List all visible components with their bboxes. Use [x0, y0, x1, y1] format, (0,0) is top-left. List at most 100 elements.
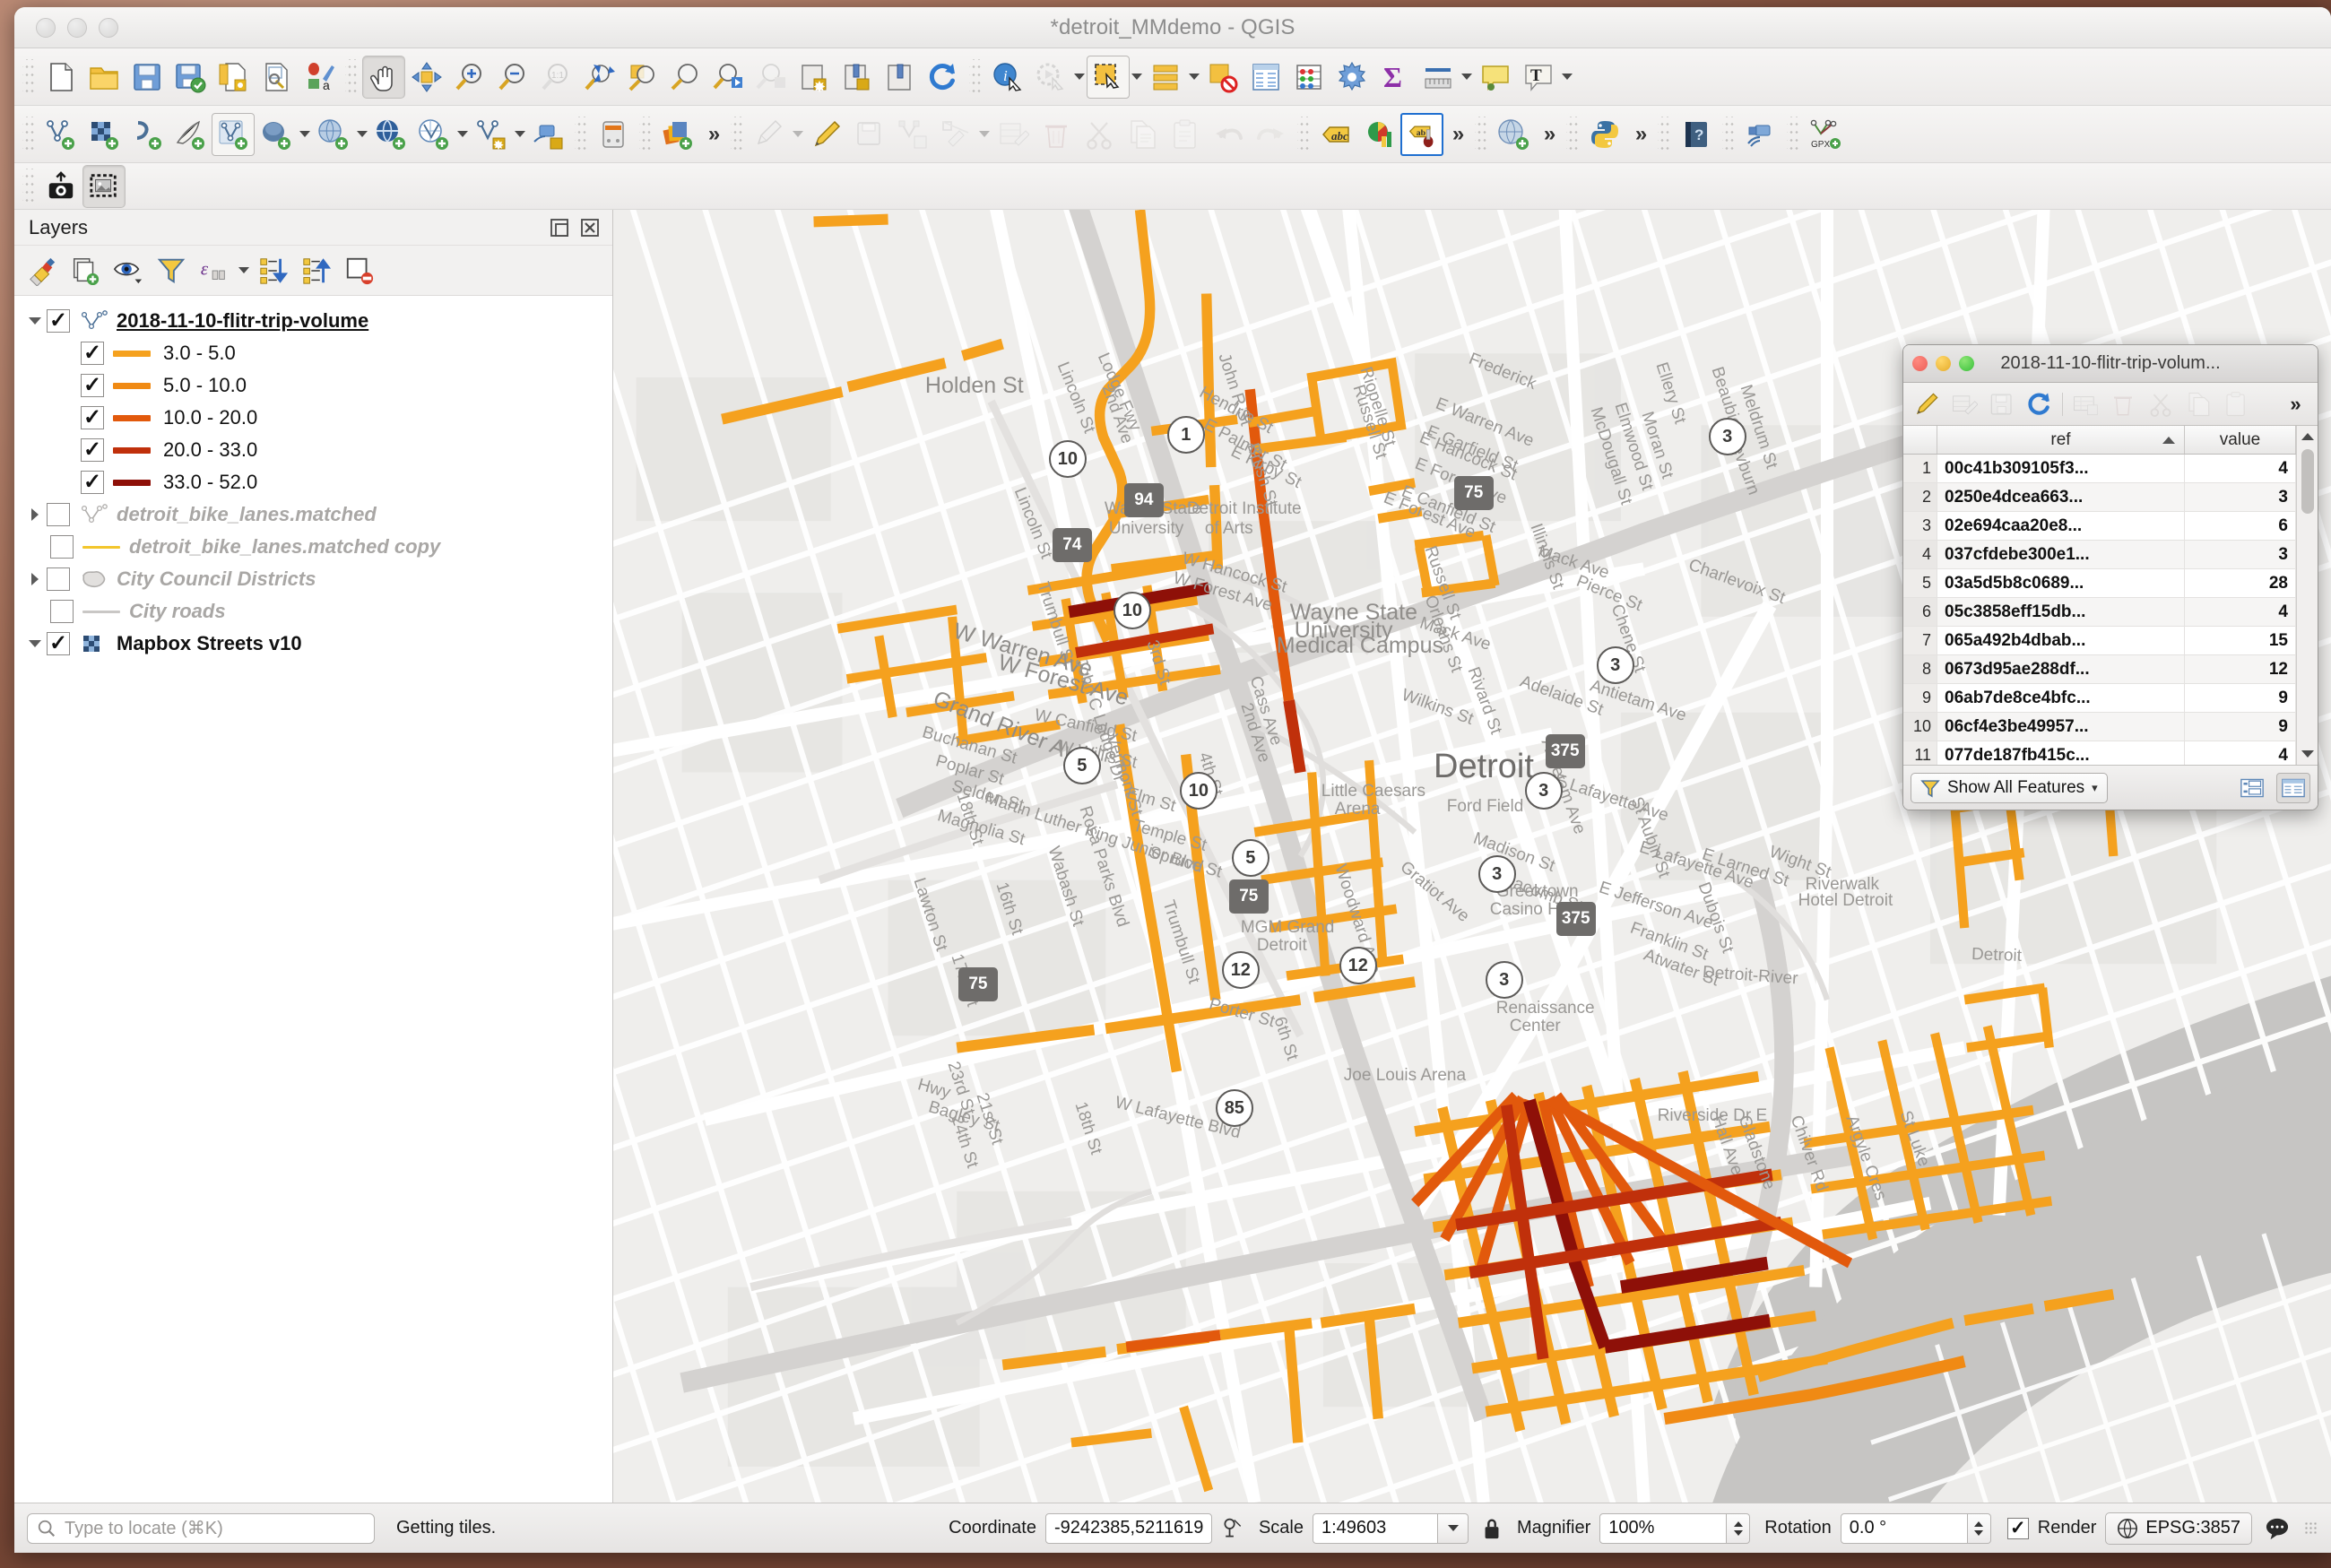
messages-icon[interactable]	[2265, 1517, 2290, 1540]
table-row[interactable]: 3 02e694caa20e8... 6	[1903, 512, 2296, 541]
legend-class-checkbox[interactable]	[81, 438, 104, 462]
legend-class-checkbox[interactable]	[81, 406, 104, 429]
vertex-tool-icon[interactable]	[934, 113, 977, 156]
style-manager-icon[interactable]: a	[298, 56, 341, 99]
postgis-dropdown-caret[interactable]	[298, 113, 312, 156]
field-calculator-icon[interactable]	[1287, 56, 1330, 99]
scroll-up-arrow[interactable]	[2297, 426, 2318, 447]
legend-class-row[interactable]: 3.0 - 5.0	[14, 337, 612, 369]
open-layer-styling-icon[interactable]	[22, 250, 63, 291]
new-print-layout-icon[interactable]	[212, 56, 255, 99]
toolbar-grip[interactable]	[345, 58, 358, 95]
magnifier-field[interactable]: 100%	[1599, 1512, 1728, 1544]
cell-value[interactable]: 15	[2185, 627, 2296, 654]
table-row[interactable]: 7 065a492b4dbab... 15	[1903, 627, 2296, 655]
legend-class-row[interactable]: 10.0 - 20.0	[14, 402, 612, 434]
label-toolbar-icon[interactable]: abc	[1314, 113, 1357, 156]
select-by-value-icon[interactable]	[1144, 56, 1187, 99]
zoom-window-button[interactable]	[99, 17, 118, 38]
cell-value[interactable]: 28	[2185, 569, 2296, 597]
attribute-table-window[interactable]: 2018-11-10-flitr-trip-volum... » ref val…	[1902, 344, 2318, 810]
help-icon[interactable]: ?	[1675, 113, 1718, 156]
attribute-table-rows[interactable]: 1 00c41b309105f3... 4 2 0250e4dcea663... 3 3 02…	[1903, 455, 2296, 810]
layer-visibility-checkbox[interactable]	[47, 309, 70, 333]
toolbar-grip[interactable]	[22, 168, 35, 204]
lock-scale-icon[interactable]	[1481, 1517, 1503, 1540]
toolbar-grip[interactable]	[1722, 116, 1735, 152]
processing-toolbox-icon[interactable]	[1330, 56, 1373, 99]
select-features-icon[interactable]	[1087, 55, 1130, 99]
show-all-features-button[interactable]: Show All Features ▾	[1911, 772, 2108, 803]
table-row[interactable]: 10 06cf4e3be49957... 9	[1903, 713, 2296, 741]
save-edits-icon[interactable]	[1984, 386, 2020, 422]
toolbar-grip[interactable]	[22, 116, 35, 152]
toolbar-grip[interactable]	[575, 116, 587, 152]
scroll-down-arrow[interactable]	[2297, 743, 2318, 765]
layer-visibility-checkbox[interactable]	[47, 632, 70, 655]
table-row[interactable]: 8 0673d95ae288df... 12	[1903, 655, 2296, 684]
web-toolbar-overflow-icon[interactable]: »	[1535, 113, 1562, 156]
coordinate-capture-icon[interactable]	[1221, 1517, 1244, 1540]
add-feature-icon[interactable]	[891, 113, 934, 156]
add-group-icon[interactable]	[65, 250, 106, 291]
modify-attributes-icon[interactable]	[992, 113, 1035, 156]
save-project-icon[interactable]	[126, 56, 169, 99]
delete-field-icon[interactable]	[2105, 386, 2141, 422]
copy-features-icon[interactable]	[2180, 386, 2216, 422]
layer-visibility-checkbox[interactable]	[50, 535, 74, 559]
close-window-button[interactable]	[36, 17, 56, 38]
attr-zoom-button[interactable]	[1959, 356, 1974, 371]
paste-features-icon[interactable]	[1164, 113, 1207, 156]
column-header-ref[interactable]: ref	[1937, 426, 2185, 454]
cell-value[interactable]: 9	[2185, 713, 2296, 741]
add-mesh-layer-icon[interactable]	[126, 113, 169, 156]
layer-tree[interactable]: 2018-11-10-flitr-trip-volume 3.0 - 5.0 5…	[14, 296, 612, 1503]
table-row[interactable]: 1 00c41b309105f3... 4	[1903, 455, 2296, 483]
legend-class-checkbox[interactable]	[81, 374, 104, 397]
delete-selected-icon[interactable]	[1035, 113, 1078, 156]
attribute-table-grid[interactable]: ref value 1 00c41b309105f3... 4 2 0250e4dcea…	[1903, 426, 2318, 810]
attribute-table-scrollbar[interactable]	[2296, 426, 2318, 765]
python-toolbar-overflow-icon[interactable]: »	[1626, 113, 1653, 156]
expression-filter-icon[interactable]: ε	[194, 250, 235, 291]
open-project-icon[interactable]	[82, 56, 126, 99]
copy-features-icon[interactable]	[1121, 113, 1164, 156]
expand-collapse-icon[interactable]	[23, 632, 47, 655]
form-view-button[interactable]	[2235, 773, 2269, 803]
zoom-in-icon[interactable]	[448, 56, 491, 99]
close-panel-icon[interactable]	[578, 216, 602, 239]
save-layer-edits-icon[interactable]	[848, 113, 891, 156]
legend-class-checkbox[interactable]	[81, 471, 104, 494]
open-attribute-table-icon[interactable]	[1244, 56, 1287, 99]
cell-ref[interactable]: 05c3858eff15db...	[1937, 598, 2185, 626]
new-map-view-2-icon[interactable]	[879, 56, 922, 99]
expand-collapse-icon[interactable]	[23, 309, 47, 333]
table-row[interactable]: 9 06ab7de8ce4bfc... 9	[1903, 684, 2296, 713]
new-text-annotation-icon[interactable]: T	[1517, 56, 1560, 99]
redo-icon[interactable]	[1250, 113, 1293, 156]
vertex-tool-caret[interactable]	[977, 113, 992, 156]
cell-ref[interactable]: 00c41b309105f3...	[1937, 455, 2185, 482]
attr-close-button[interactable]	[1912, 356, 1928, 371]
current-edits-caret[interactable]	[791, 113, 805, 156]
select-features-dropdown-caret[interactable]	[1130, 56, 1144, 99]
table-row[interactable]: 2 0250e4dcea663... 3	[1903, 483, 2296, 512]
add-wms-layer-icon[interactable]	[312, 113, 355, 156]
zoom-native-icon[interactable]: 1:1	[534, 56, 577, 99]
cell-ref[interactable]: 02e694caa20e8...	[1937, 512, 2185, 540]
undo-icon[interactable]	[1207, 113, 1250, 156]
locator-search-input[interactable]: Type to locate (⌘K)	[27, 1512, 375, 1544]
remove-layer-icon[interactable]	[339, 250, 380, 291]
toolbar-grip[interactable]	[1475, 116, 1487, 152]
zoom-to-selection-icon[interactable]	[620, 56, 663, 99]
cell-value[interactable]: 6	[2185, 512, 2296, 540]
current-edits-icon[interactable]	[748, 113, 791, 156]
scale-field[interactable]: 1:49603	[1313, 1512, 1438, 1544]
add-wcs-layer-icon[interactable]	[412, 113, 455, 156]
zoom-to-layer-icon[interactable]	[663, 56, 706, 99]
legend-class-checkbox[interactable]	[81, 342, 104, 365]
cell-value[interactable]: 3	[2185, 541, 2296, 568]
cell-ref[interactable]: 06ab7de8ce4bfc...	[1937, 684, 2185, 712]
attr-minimize-button[interactable]	[1936, 356, 1951, 371]
wcs-dropdown-caret[interactable]	[455, 113, 470, 156]
